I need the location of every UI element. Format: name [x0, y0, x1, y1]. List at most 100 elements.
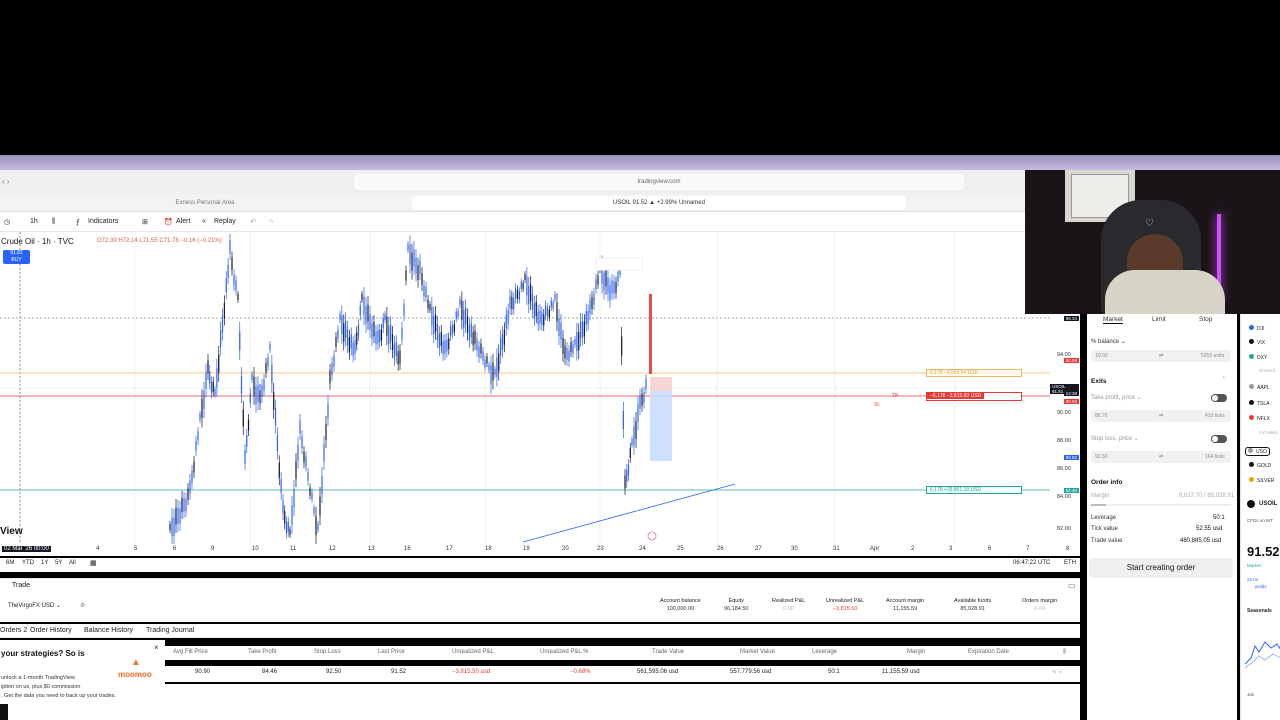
calendar-icon[interactable]: ▦ — [90, 559, 97, 567]
range-6m[interactable]: 6M — [6, 560, 14, 566]
tp-input[interactable]: 86.76 ⇄ 410 ticks — [1091, 410, 1231, 422]
watch-item[interactable]: NFLX — [1249, 415, 1270, 422]
candle-body — [214, 389, 216, 395]
candle-body — [379, 330, 381, 342]
column-header[interactable]: Margin — [907, 649, 925, 655]
settings-icon[interactable]: ⚙ — [80, 602, 85, 609]
tab-exness[interactable]: Exness Personal Area — [0, 196, 410, 210]
undo-icon[interactable]: ↶ — [250, 218, 256, 226]
range-ytd[interactable]: YTD — [22, 560, 34, 566]
watch-symbol[interactable]: USOIL — [1259, 501, 1277, 507]
time-axis[interactable]: 02 Mar '26 00:00 4 5 6 9 10 11 12 13 16 17 18 19 20 23… — [0, 544, 1080, 556]
tp-order-line[interactable]: 6,178 −9,869.94 USD — [926, 369, 1022, 377]
column-header[interactable]: Take Profit — [248, 649, 276, 655]
account-selector[interactable]: TheVirgoFX USD ⌄ — [8, 602, 61, 609]
range-all[interactable]: All — [69, 560, 76, 566]
sl-mode[interactable]: Stop loss, price ⌄ — [1091, 435, 1139, 442]
candle-body — [522, 283, 524, 290]
watch-item[interactable]: AAPL — [1249, 384, 1270, 391]
candle-body — [548, 309, 550, 318]
watch-item[interactable]: GOLD — [1249, 462, 1271, 469]
indicators-icon[interactable]: ⨍ — [76, 218, 80, 226]
collapse-icon[interactable]: ⌃ — [1221, 376, 1226, 383]
candle-body — [205, 372, 207, 389]
address-bar[interactable]: tradingview.com — [354, 174, 964, 190]
candle-body — [335, 337, 337, 347]
trade-value: 480,885.05 usd — [1180, 538, 1222, 544]
candle-body — [442, 341, 444, 355]
indicators-button[interactable]: Indicators — [88, 218, 118, 225]
price-badge: 86.62 — [1063, 455, 1079, 460]
candle-body — [339, 314, 341, 320]
alert-icon[interactable]: ⏰ — [164, 218, 173, 226]
promo-popup[interactable]: your strategies? So is unlock a 1-month … — [0, 640, 165, 720]
column-header[interactable]: Trade Value — [652, 649, 684, 655]
tab-limit[interactable]: Limit — [1152, 316, 1166, 323]
candle-body — [220, 330, 222, 348]
candle-body — [285, 522, 288, 533]
chart-canvas[interactable] — [0, 232, 1080, 544]
columns-icon[interactable]: ⫼ — [1063, 649, 1066, 656]
alert-button[interactable]: Alert — [176, 218, 190, 225]
chart-type-icon[interactable]: ⫼ — [52, 218, 55, 226]
tab-tradingview[interactable]: USOIL 91.52 ▲ +2.99% Unnamed — [412, 196, 906, 210]
watch-item[interactable]: VIX — [1249, 339, 1265, 346]
sl-tag[interactable]: SL — [874, 402, 880, 408]
utc-clock[interactable]: 06:47:22 UTC — [1013, 560, 1050, 566]
column-header[interactable]: Unrealized P&L — [452, 649, 494, 655]
buy-button[interactable]: 91.82 BUY — [3, 250, 30, 264]
range-1y[interactable]: 1Y — [41, 560, 48, 566]
session-toggle[interactable]: ETH — [1064, 560, 1076, 566]
interval-button[interactable]: 1h — [30, 218, 38, 225]
tab-trading-journal[interactable]: Trading Journal — [146, 627, 194, 634]
column-header[interactable]: Avg Fill Price — [173, 649, 208, 655]
start-order-button[interactable]: Start creating order — [1089, 558, 1233, 578]
tp-tag[interactable]: TP — [892, 393, 898, 399]
clock-icon[interactable]: ◷ — [4, 218, 10, 226]
tp-sl-tags[interactable]: TP SL — [868, 392, 908, 408]
column-header[interactable]: Stop Loss — [314, 649, 341, 655]
watch-item[interactable]: SILVER — [1249, 477, 1274, 484]
metric-value: −3,815.50 — [832, 606, 858, 612]
column-header[interactable]: Expiration Date — [968, 649, 1009, 655]
symbol-legend[interactable]: Crude Oil · 1h · TVC — [1, 237, 74, 246]
candle-body — [637, 404, 639, 422]
replay-button[interactable]: Replay — [214, 218, 236, 225]
swap-icon[interactable]: ⇄ — [1159, 451, 1163, 463]
quantity-input[interactable]: 10.00 ⇄ 5255 units — [1091, 350, 1231, 362]
sl-toggle[interactable] — [1211, 435, 1227, 443]
replay-icon[interactable]: « — [202, 218, 206, 225]
tab-stop[interactable]: Stop — [1199, 316, 1212, 323]
candlestick-chart[interactable] — [0, 232, 1080, 544]
back-forward-icons[interactable]: ‹ › — [2, 177, 10, 186]
tab-balance-history[interactable]: Balance History — [84, 627, 133, 634]
trade-tab[interactable]: Trade — [12, 582, 30, 589]
watch-item[interactable]: DXY — [1249, 354, 1267, 361]
candle-body — [325, 424, 327, 440]
watch-item[interactable]: TSLA — [1249, 400, 1270, 407]
layout-icon[interactable]: ⊞ — [142, 218, 148, 226]
column-header[interactable]: Leverage — [812, 649, 837, 655]
column-header[interactable]: Last Price — [378, 649, 405, 655]
position-line[interactable]: −6,178 −3,815.60 USD — [926, 392, 1022, 401]
tab-order-history[interactable]: Order History — [30, 627, 72, 634]
tab-market[interactable]: Market — [1103, 316, 1123, 324]
close-icon[interactable]: × — [154, 643, 159, 652]
balance-mode[interactable]: % balance ⌄ — [1091, 338, 1126, 345]
maximize-icon[interactable]: ▭ — [1068, 581, 1076, 590]
tp-mode[interactable]: Take profit, price ⌄ — [1091, 394, 1142, 401]
watch-item[interactable]: DJI — [1249, 325, 1265, 332]
range-5y[interactable]: 5Y — [55, 560, 62, 566]
sl-input[interactable]: 92.50 ⇄ 164 ticks — [1091, 451, 1231, 463]
redo-icon[interactable]: ↷ — [268, 218, 274, 226]
swap-icon[interactable]: ⇄ — [1159, 350, 1163, 362]
edit-close-icons[interactable]: ✎ × — [1052, 669, 1062, 676]
column-header[interactable]: Unrealized P&L % — [540, 649, 588, 655]
watch-symbol-label: DJI — [1257, 326, 1265, 332]
swap-icon[interactable]: ⇄ — [1159, 410, 1163, 422]
target-order-line[interactable]: 6,178 +39,801.18 USD — [926, 486, 1022, 494]
watch-item[interactable]: USO — [1245, 447, 1270, 456]
tab-orders[interactable]: Orders 2 — [0, 627, 27, 634]
column-header[interactable]: Market Value — [740, 649, 775, 655]
tp-toggle[interactable] — [1211, 394, 1227, 402]
